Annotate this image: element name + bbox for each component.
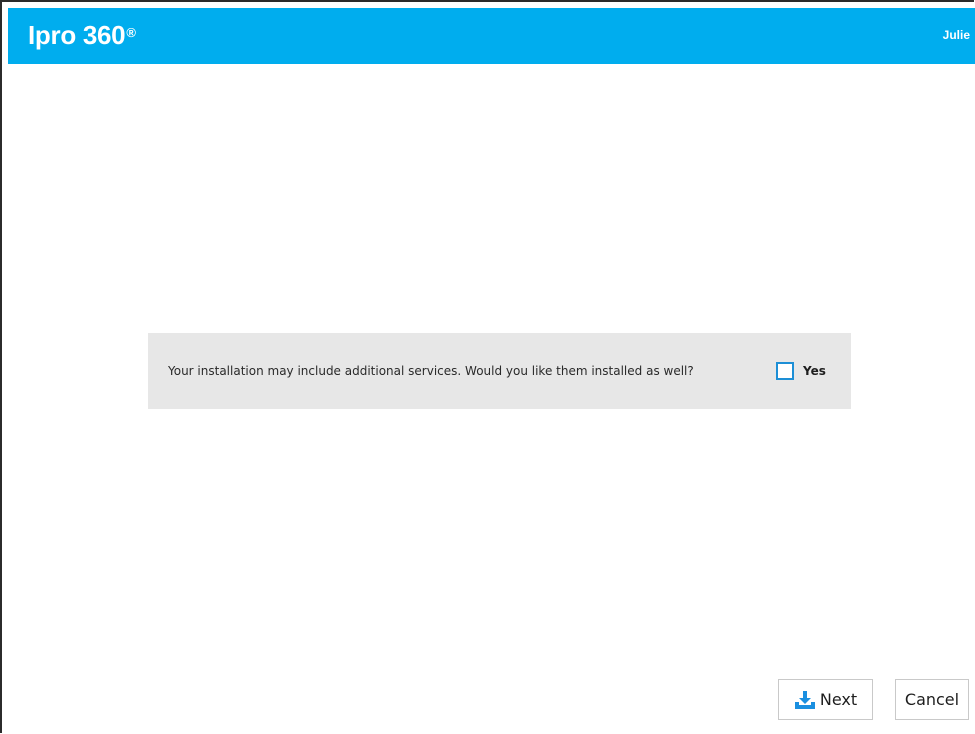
app-title-text: Ipro 360 (28, 20, 126, 50)
header-bar: Ipro 360® Julie (8, 8, 975, 64)
registered-mark: ® (126, 25, 136, 40)
next-button[interactable]: Next (778, 679, 873, 720)
user-name[interactable]: Julie (943, 28, 970, 42)
next-button-label: Next (819, 690, 858, 709)
yes-label[interactable]: Yes (803, 362, 826, 380)
additional-services-question: Your installation may include additional… (168, 364, 694, 378)
download-icon (794, 690, 815, 709)
installer-window: Ipro 360® Julie Your installation may in… (0, 0, 975, 733)
yes-checkbox[interactable] (776, 362, 794, 380)
cancel-button-label: Cancel (904, 690, 960, 709)
app-title: Ipro 360® (28, 19, 136, 51)
additional-services-panel: Your installation may include additional… (148, 333, 851, 409)
cancel-button[interactable]: Cancel (895, 679, 969, 720)
